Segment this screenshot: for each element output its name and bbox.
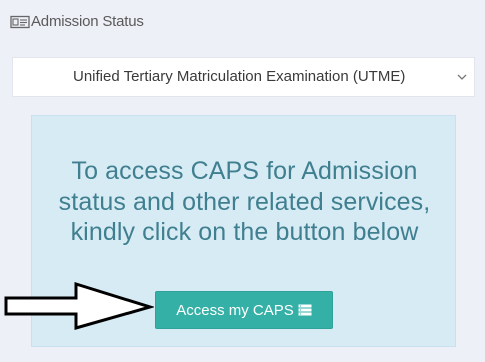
section-title: Admission Status	[31, 13, 144, 30]
id-card-icon	[10, 15, 30, 28]
exam-type-selected-value: Unified Tertiary Matriculation Examinati…	[73, 68, 406, 85]
section-header: Admission Status	[10, 13, 144, 30]
admission-status-page: Admission Status Unified Tertiary Matric…	[0, 0, 485, 362]
access-caps-label: Access my CAPS	[176, 301, 294, 319]
caps-info-message: To access CAPS for Admission status and …	[58, 157, 431, 246]
chevron-down-icon	[457, 74, 467, 80]
access-caps-button[interactable]: Access my CAPS	[155, 291, 333, 329]
arrow-right-icon	[4, 281, 154, 330]
server-icon	[298, 304, 312, 316]
exam-type-select[interactable]: Unified Tertiary Matriculation Examinati…	[12, 57, 475, 97]
